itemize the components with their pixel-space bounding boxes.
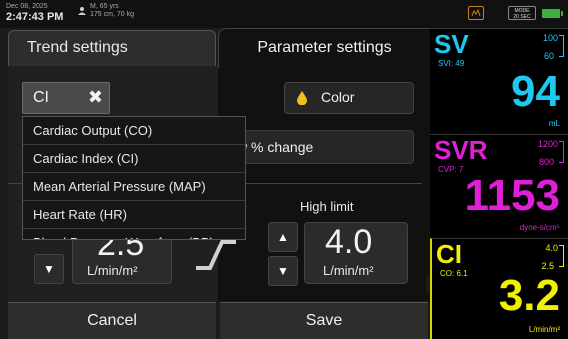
svr-range-high: 1200	[537, 139, 558, 149]
cancel-button[interactable]: Cancel	[8, 302, 216, 339]
svr-value: 1153	[464, 171, 560, 220]
tile-svr[interactable]: SVR CVP: 7 1200 800 1153 dyne-s/cm⁵	[430, 134, 568, 238]
status-time: 2:47:43 PM	[6, 11, 64, 23]
low-limit-unit: L/min/m²	[87, 263, 138, 278]
ci-sub: CO: 6.1	[440, 269, 468, 278]
mode-interval: 20 SEC	[513, 14, 531, 20]
ci-range-bracket	[559, 245, 564, 267]
ci-range-high: 4.0	[545, 243, 558, 253]
battery-icon	[542, 9, 563, 18]
monitor-screen: Dec 08, 2025 2:47:43 PM M, 65 yrs 175 cm…	[0, 0, 568, 339]
mode-badge[interactable]: MODE 20 SEC	[508, 6, 536, 20]
dropdown-item-bp[interactable]: Blood Pressure Waveform (BP)	[23, 229, 245, 239]
limit-curve-icon	[196, 240, 236, 270]
dropdown-item-ci[interactable]: Cardiac Index (CI)	[23, 145, 245, 173]
status-date: Dec 08, 2025	[6, 3, 48, 10]
low-limit-decrease-button[interactable]: ▼	[34, 254, 64, 284]
high-limit-value: 4.0	[325, 223, 373, 261]
svr-sub: CVP: 7	[438, 165, 464, 174]
status-bar: Dec 08, 2025 2:47:43 PM M, 65 yrs 175 cm…	[0, 0, 568, 29]
patient-icon	[78, 7, 86, 15]
ci-range-low: 2.5	[541, 261, 554, 271]
sv-range-high: 100	[542, 33, 558, 43]
tab-trend-settings[interactable]: Trend settings	[8, 30, 216, 66]
parameter-selector-value: CI	[33, 89, 49, 106]
sv-value: 94	[511, 67, 560, 116]
percent-change-option[interactable]: w % change	[230, 130, 414, 164]
high-limit-increase-button[interactable]: ▲	[268, 222, 298, 252]
svr-unit: dyne-s/cm⁵	[519, 223, 560, 232]
parameter-selector[interactable]: CI ✖	[22, 82, 110, 114]
droplet-icon	[297, 91, 307, 105]
sv-unit: mL	[548, 119, 560, 128]
save-button[interactable]: Save	[220, 302, 428, 339]
high-limit-label: High limit	[300, 199, 354, 214]
ci-unit: L/min/m²	[528, 325, 560, 334]
close-icon[interactable]: ✖	[88, 87, 103, 108]
sv-range-bracket	[559, 35, 564, 57]
alert-icon[interactable]	[468, 6, 484, 20]
ci-name: CI	[436, 239, 462, 269]
triangle-up-icon: ▲	[277, 230, 289, 244]
ci-value: 3.2	[498, 271, 560, 320]
dropdown-item-co[interactable]: Cardiac Output (CO)	[23, 117, 245, 145]
triangle-down-icon: ▼	[43, 262, 55, 276]
tab-parameter-settings[interactable]: Parameter settings	[218, 28, 430, 68]
sv-name: SV	[434, 29, 469, 59]
dropdown-item-hr[interactable]: Heart Rate (HR)	[23, 201, 245, 229]
triangle-down-icon: ▼	[277, 264, 289, 278]
sv-sub: SVI: 49	[438, 59, 465, 68]
color-button-label: Color	[321, 89, 355, 105]
tile-ci[interactable]: CI CO: 6.1 4.0 2.5 3.2 L/min/m²	[430, 238, 568, 339]
dropdown-item-map[interactable]: Mean Arterial Pressure (MAP)	[23, 173, 245, 201]
sv-range-low: 60	[543, 51, 554, 61]
patient-demographics: M, 65 yrs	[90, 3, 119, 10]
tile-sv[interactable]: SV SVI: 49 100 60 94 mL	[430, 28, 568, 134]
parameter-dropdown: Cardiac Output (CO) Cardiac Index (CI) M…	[22, 116, 246, 240]
high-limit-unit: L/min/m²	[323, 263, 374, 278]
high-limit-decrease-button[interactable]: ▼	[268, 256, 298, 286]
svr-range-bracket	[559, 141, 564, 163]
high-limit-field[interactable]: 4.0 L/min/m²	[304, 222, 408, 284]
color-button[interactable]: Color	[284, 82, 414, 114]
svr-range-low: 800	[538, 157, 554, 167]
svr-name: SVR	[434, 135, 488, 165]
patient-measurements: 175 cm, 70 kg	[90, 11, 134, 18]
